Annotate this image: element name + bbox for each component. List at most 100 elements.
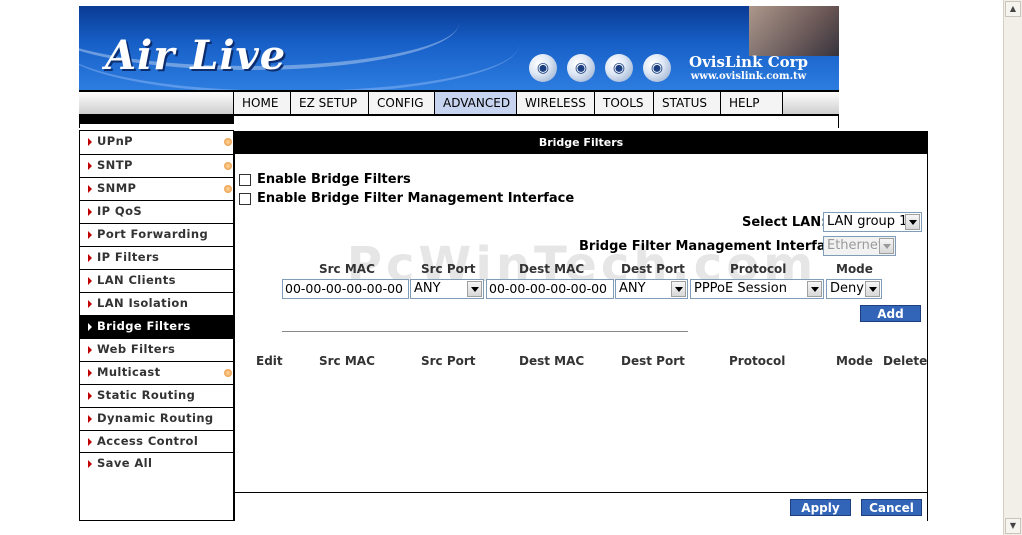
mgmt-interface-value: Ethernet bbox=[827, 238, 883, 253]
sidebar-item-lan-isolation[interactable]: LAN Isolation bbox=[80, 292, 233, 315]
protocol-select[interactable]: PPPoE Session bbox=[690, 279, 824, 299]
sidebar-item-label: Web Filters bbox=[97, 342, 176, 356]
sidebar-item-ip-qos[interactable]: IP QoS bbox=[80, 200, 233, 223]
arrow-icon bbox=[88, 231, 92, 239]
select-lan-label: Select LAN: bbox=[742, 215, 827, 230]
table-header-delete: Delete bbox=[883, 354, 928, 368]
sidebar-item-dynamic-routing[interactable]: Dynamic Routing bbox=[80, 407, 233, 430]
sidebar-item-label: Multicast bbox=[97, 365, 161, 379]
enable-mgmt-interface-checkbox[interactable] bbox=[239, 192, 251, 205]
src-mac-input[interactable]: 00-00-00-00-00-00 bbox=[282, 279, 409, 299]
table-header-mode: Mode bbox=[836, 354, 873, 368]
col-src-port: Src Port bbox=[421, 262, 476, 276]
add-button[interactable]: Add bbox=[860, 305, 921, 322]
tab-wireless[interactable]: WIRELESS bbox=[516, 92, 594, 114]
sidebar-item-label: UPnP bbox=[97, 134, 133, 148]
tab-home[interactable]: HOME bbox=[233, 92, 290, 114]
apply-button[interactable]: Apply bbox=[790, 499, 851, 516]
tab-advanced[interactable]: ADVANCED bbox=[434, 92, 516, 114]
nav-strip bbox=[79, 116, 839, 128]
nav-tabs: HOME EZ SETUP CONFIG ADVANCED WIRELESS T… bbox=[233, 92, 783, 114]
vertical-scrollbar[interactable]: ▲ ▼ bbox=[1003, 0, 1022, 535]
chevron-down-icon bbox=[865, 281, 880, 297]
mgmt-interface-dropdown[interactable]: Ethernet bbox=[823, 236, 896, 256]
mode-select[interactable]: Deny bbox=[826, 279, 882, 299]
globe-icon: ◉ bbox=[643, 54, 671, 82]
src-port-value: ANY bbox=[414, 281, 441, 296]
arrow-icon bbox=[88, 369, 92, 377]
table-header-protocol: Protocol bbox=[729, 354, 786, 368]
col-src-mac: Src MAC bbox=[319, 262, 375, 276]
panel-title: Bridge Filters bbox=[235, 132, 927, 154]
sidebar-item-ip-filters[interactable]: IP Filters bbox=[80, 246, 233, 269]
tab-tools[interactable]: TOOLS bbox=[594, 92, 653, 114]
top-nav: HOME EZ SETUP CONFIG ADVANCED WIRELESS T… bbox=[79, 90, 839, 116]
col-dest-port: Dest Port bbox=[621, 262, 685, 276]
panel-footer: Apply Cancel bbox=[235, 492, 927, 521]
sidebar-item-label: Save All bbox=[97, 456, 153, 470]
enable-bridge-filters-checkbox[interactable] bbox=[239, 173, 251, 186]
sidebar-item-label: Access Control bbox=[97, 434, 199, 448]
mode-value: Deny bbox=[830, 281, 864, 296]
sidebar-item-static-routing[interactable]: Static Routing bbox=[80, 384, 233, 407]
arrow-icon bbox=[88, 460, 92, 468]
select-lan-dropdown[interactable]: LAN group 1 bbox=[823, 212, 922, 232]
submenu-dot-icon bbox=[224, 369, 232, 377]
col-protocol: Protocol bbox=[730, 262, 787, 276]
sidebar-item-label: Bridge Filters bbox=[97, 319, 191, 333]
arrow-icon bbox=[88, 138, 92, 146]
tab-ez-setup[interactable]: EZ SETUP bbox=[290, 92, 368, 114]
chevron-down-icon bbox=[879, 238, 894, 254]
airlive-logo: Air Live bbox=[105, 32, 287, 79]
table-header-src-mac: Src MAC bbox=[319, 354, 375, 368]
sidebar-item-label: LAN Isolation bbox=[97, 296, 189, 310]
sidebar-item-lan-clients[interactable]: LAN Clients bbox=[80, 269, 233, 292]
globe-icon: ◉ bbox=[605, 54, 633, 82]
sidebar-item-access-control[interactable]: Access Control bbox=[80, 430, 233, 452]
src-port-select[interactable]: ANY bbox=[410, 279, 484, 299]
dest-mac-input[interactable]: 00-00-00-00-00-00 bbox=[486, 279, 614, 299]
sidebar-item-save-all[interactable]: Save All bbox=[80, 452, 233, 475]
tab-status[interactable]: STATUS bbox=[653, 92, 720, 114]
sidebar-item-label: Port Forwarding bbox=[97, 227, 209, 241]
sidebar-item-port-forwarding[interactable]: Port Forwarding bbox=[80, 223, 233, 246]
sidebar-item-snmp[interactable]: SNMP bbox=[80, 177, 233, 200]
banner-photo bbox=[749, 6, 839, 56]
divider bbox=[282, 331, 688, 332]
table-header-src-port: Src Port bbox=[421, 354, 476, 368]
globe-icon: ◉ bbox=[529, 54, 557, 82]
chevron-down-icon bbox=[807, 281, 822, 297]
sidebar: UPnP SNTP SNMP IP QoS Port Forwarding IP… bbox=[79, 130, 234, 521]
col-dest-mac: Dest MAC bbox=[519, 262, 585, 276]
arrow-icon bbox=[88, 300, 92, 308]
table-header-dest-mac: Dest MAC bbox=[519, 354, 585, 368]
submenu-dot-icon bbox=[224, 138, 232, 146]
arrow-icon bbox=[88, 323, 92, 331]
dest-port-select[interactable]: ANY bbox=[615, 279, 688, 299]
protocol-value: PPPoE Session bbox=[694, 281, 787, 296]
globe-icons: ◉ ◉ ◉ ◉ bbox=[529, 54, 671, 82]
sidebar-item-label: Dynamic Routing bbox=[97, 411, 214, 425]
sidebar-item-bridge-filters[interactable]: Bridge Filters bbox=[80, 315, 233, 338]
sidebar-item-upnp[interactable]: UPnP bbox=[80, 130, 233, 154]
tab-config[interactable]: CONFIG bbox=[368, 92, 434, 114]
tab-help[interactable]: HELP bbox=[720, 92, 783, 114]
sidebar-item-label: SNTP bbox=[97, 158, 133, 172]
sidebar-item-web-filters[interactable]: Web Filters bbox=[80, 338, 233, 361]
globe-icon: ◉ bbox=[567, 54, 595, 82]
sidebar-item-label: IP QoS bbox=[97, 204, 143, 218]
scroll-down-icon[interactable]: ▼ bbox=[1005, 518, 1021, 534]
mgmt-interface-label: Bridge Filter Management Interface: bbox=[579, 239, 848, 254]
cancel-button[interactable]: Cancel bbox=[861, 499, 922, 516]
sidebar-item-label: IP Filters bbox=[97, 250, 160, 264]
chevron-down-icon bbox=[905, 214, 920, 230]
scroll-up-icon[interactable]: ▲ bbox=[1005, 1, 1021, 17]
arrow-icon bbox=[88, 162, 92, 170]
sidebar-item-sntp[interactable]: SNTP bbox=[80, 154, 233, 177]
table-header-dest-port: Dest Port bbox=[621, 354, 685, 368]
sidebar-item-multicast[interactable]: Multicast bbox=[80, 361, 233, 384]
enable-mgmt-interface-label: Enable Bridge Filter Management Interfac… bbox=[257, 191, 575, 206]
arrow-icon bbox=[88, 208, 92, 216]
arrow-icon bbox=[88, 392, 92, 400]
submenu-dot-icon bbox=[224, 185, 232, 193]
